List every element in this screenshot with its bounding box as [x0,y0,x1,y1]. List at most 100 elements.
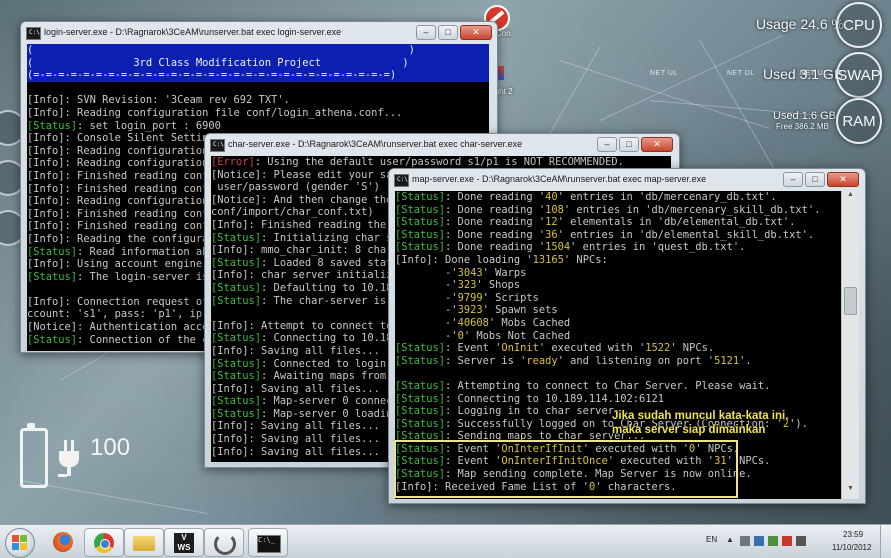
console-icon: C:\ [26,27,41,40]
log-text: : char server initialized. [248,269,412,282]
clock-time[interactable]: 23:59 [843,530,863,539]
console-line: [Status]: set login_port : 6900 [27,120,489,133]
console-line: -'9799' Scripts [395,292,841,305]
console-line: [Status]: Done reading '1504' entries in… [395,241,841,254]
log-tag: [Info] [27,144,65,157]
log-tag: [Status] [27,119,78,132]
log-text: ' elementals in 'db/elemental_db.txt'. [557,216,796,229]
log-text: : Finished reading the cha [248,218,412,231]
desktop-icon-label: Con [496,29,511,38]
show-desktop-button[interactable] [880,525,891,558]
log-tag: [Info] [27,232,65,245]
taskbar-explorer[interactable] [124,528,164,557]
taskbar-chrome[interactable] [84,528,124,557]
log-text: : Console Silent Setting: [64,132,221,145]
log-tag: [Status] [211,281,262,294]
tray-icon[interactable] [754,536,764,546]
log-text: : Finished reading conf/lo [64,220,228,233]
log-text: : Finished reading conf/lo [64,207,228,220]
log-tag: [Status] [395,405,446,418]
log-tag: [Status] [211,357,262,370]
log-text: : Done reading ' [445,216,546,229]
tray-arrow-icon[interactable]: ▲ [726,535,734,544]
taskbar-firefox[interactable] [44,528,82,555]
close-button[interactable]: ✕ [460,25,492,40]
scroll-thumb[interactable] [844,287,857,315]
close-button[interactable]: ✕ [641,137,673,152]
maximize-button[interactable]: □ [805,172,825,187]
swap-gauge: SWAP [836,52,882,98]
login-window-titlebar[interactable]: C:\ login-server.exe - D:\Ragnarok\3CeAM… [21,22,497,44]
minimize-button[interactable]: – [597,137,617,152]
log-tag: [Status] [211,332,262,345]
firefox-icon [53,532,73,552]
window-controls: – □ ✕ [416,25,492,40]
scroll-down-arrow[interactable]: ▼ [842,485,859,499]
window-title: char-server.exe - D:\Ragnarok\3CeAM\runs… [228,139,523,149]
net-label: NET UL [650,70,678,77]
log-value: 3043 [457,266,483,279]
log-tag: [Info] [27,220,65,233]
log-text: : Reading configuration file conf/login_… [64,106,403,119]
console-line: -'3043' Warps [395,267,841,280]
highlight-box [394,440,738,498]
log-value: 1522 [645,342,671,355]
taskbar-app-spinner[interactable] [204,528,244,557]
maximize-button[interactable]: □ [619,137,639,152]
log-text: : Saving all files... [248,420,380,433]
log-text: : Logging in to char server... [445,405,633,418]
log-tag: [Status] [395,354,446,367]
log-tag: [Notice] [211,168,262,181]
clock-date[interactable]: 11/10/2012 [832,543,871,552]
scroll-up-arrow[interactable]: ▲ [842,191,859,205]
log-text: ' Warps [482,266,527,279]
log-value: 36 [545,228,558,241]
log-text: : Saving all files... [248,445,380,458]
log-tag: [Status] [211,256,262,269]
taskbar-app-ows[interactable]: V WS [164,528,204,557]
log-text: ' Mobs Cached [488,316,571,329]
log-text: ' entries in 'db/mercenary_db.txt'. [557,191,777,203]
maximize-button[interactable]: □ [438,25,458,40]
window-controls: – □ ✕ [783,172,859,187]
log-text: ' Spawn sets [482,304,558,317]
log-tag: [Status] [27,270,78,283]
tray-icon[interactable] [796,536,806,546]
log-tag: [Notice] [27,321,78,334]
log-text: -' [395,279,458,292]
map-console-scrollbar[interactable]: ▲ ▼ [841,191,859,499]
log-tag: [Info] [211,269,249,282]
tray-icon[interactable] [782,536,792,546]
map-window-titlebar[interactable]: C:\ map-server.exe - D:\Ragnarok\3CeAM\r… [389,169,865,191]
log-text: conf/import/char_conf.txt) [211,206,374,219]
callout-line-2: maka server siap dimainkan [612,424,766,436]
log-text: : Finished reading conf/im [64,182,228,195]
log-text: : Done loading ' [432,253,533,266]
log-text: '). [789,417,808,430]
language-indicator[interactable]: EN [706,535,717,544]
minimize-button[interactable]: – [783,172,803,187]
log-tag: [Status] [27,245,78,258]
char-window-titlebar[interactable]: C:\ char-server.exe - D:\Ragnarok\3CeAM\… [205,134,679,156]
log-value: 323 [457,279,477,292]
log-text: ' Mobs Not Cached [463,329,571,342]
log-value: 3923 [457,304,483,317]
close-button[interactable]: ✕ [827,172,859,187]
tray-icon[interactable] [768,536,778,546]
start-button[interactable] [5,528,35,558]
log-text: : Loaded 8 saved status [261,256,405,269]
tray-icon[interactable] [740,536,750,546]
battery-value: 100 [90,434,131,461]
log-value: 1504 [545,241,571,254]
log-tag: [Info] [211,382,249,395]
console-line: -'0' Mobs Not Cached [395,330,841,343]
log-text: ' Scripts [482,291,539,304]
log-tag: [Status] [211,395,262,408]
log-value: 12 [545,216,558,229]
log-tag: [Status] [211,231,262,244]
log-value: 5121 [714,354,740,367]
taskbar-console[interactable]: C:\_ [248,528,288,557]
minimize-button[interactable]: – [416,25,436,40]
log-value: 108 [545,203,564,216]
ram-gauge: RAM [836,98,882,144]
